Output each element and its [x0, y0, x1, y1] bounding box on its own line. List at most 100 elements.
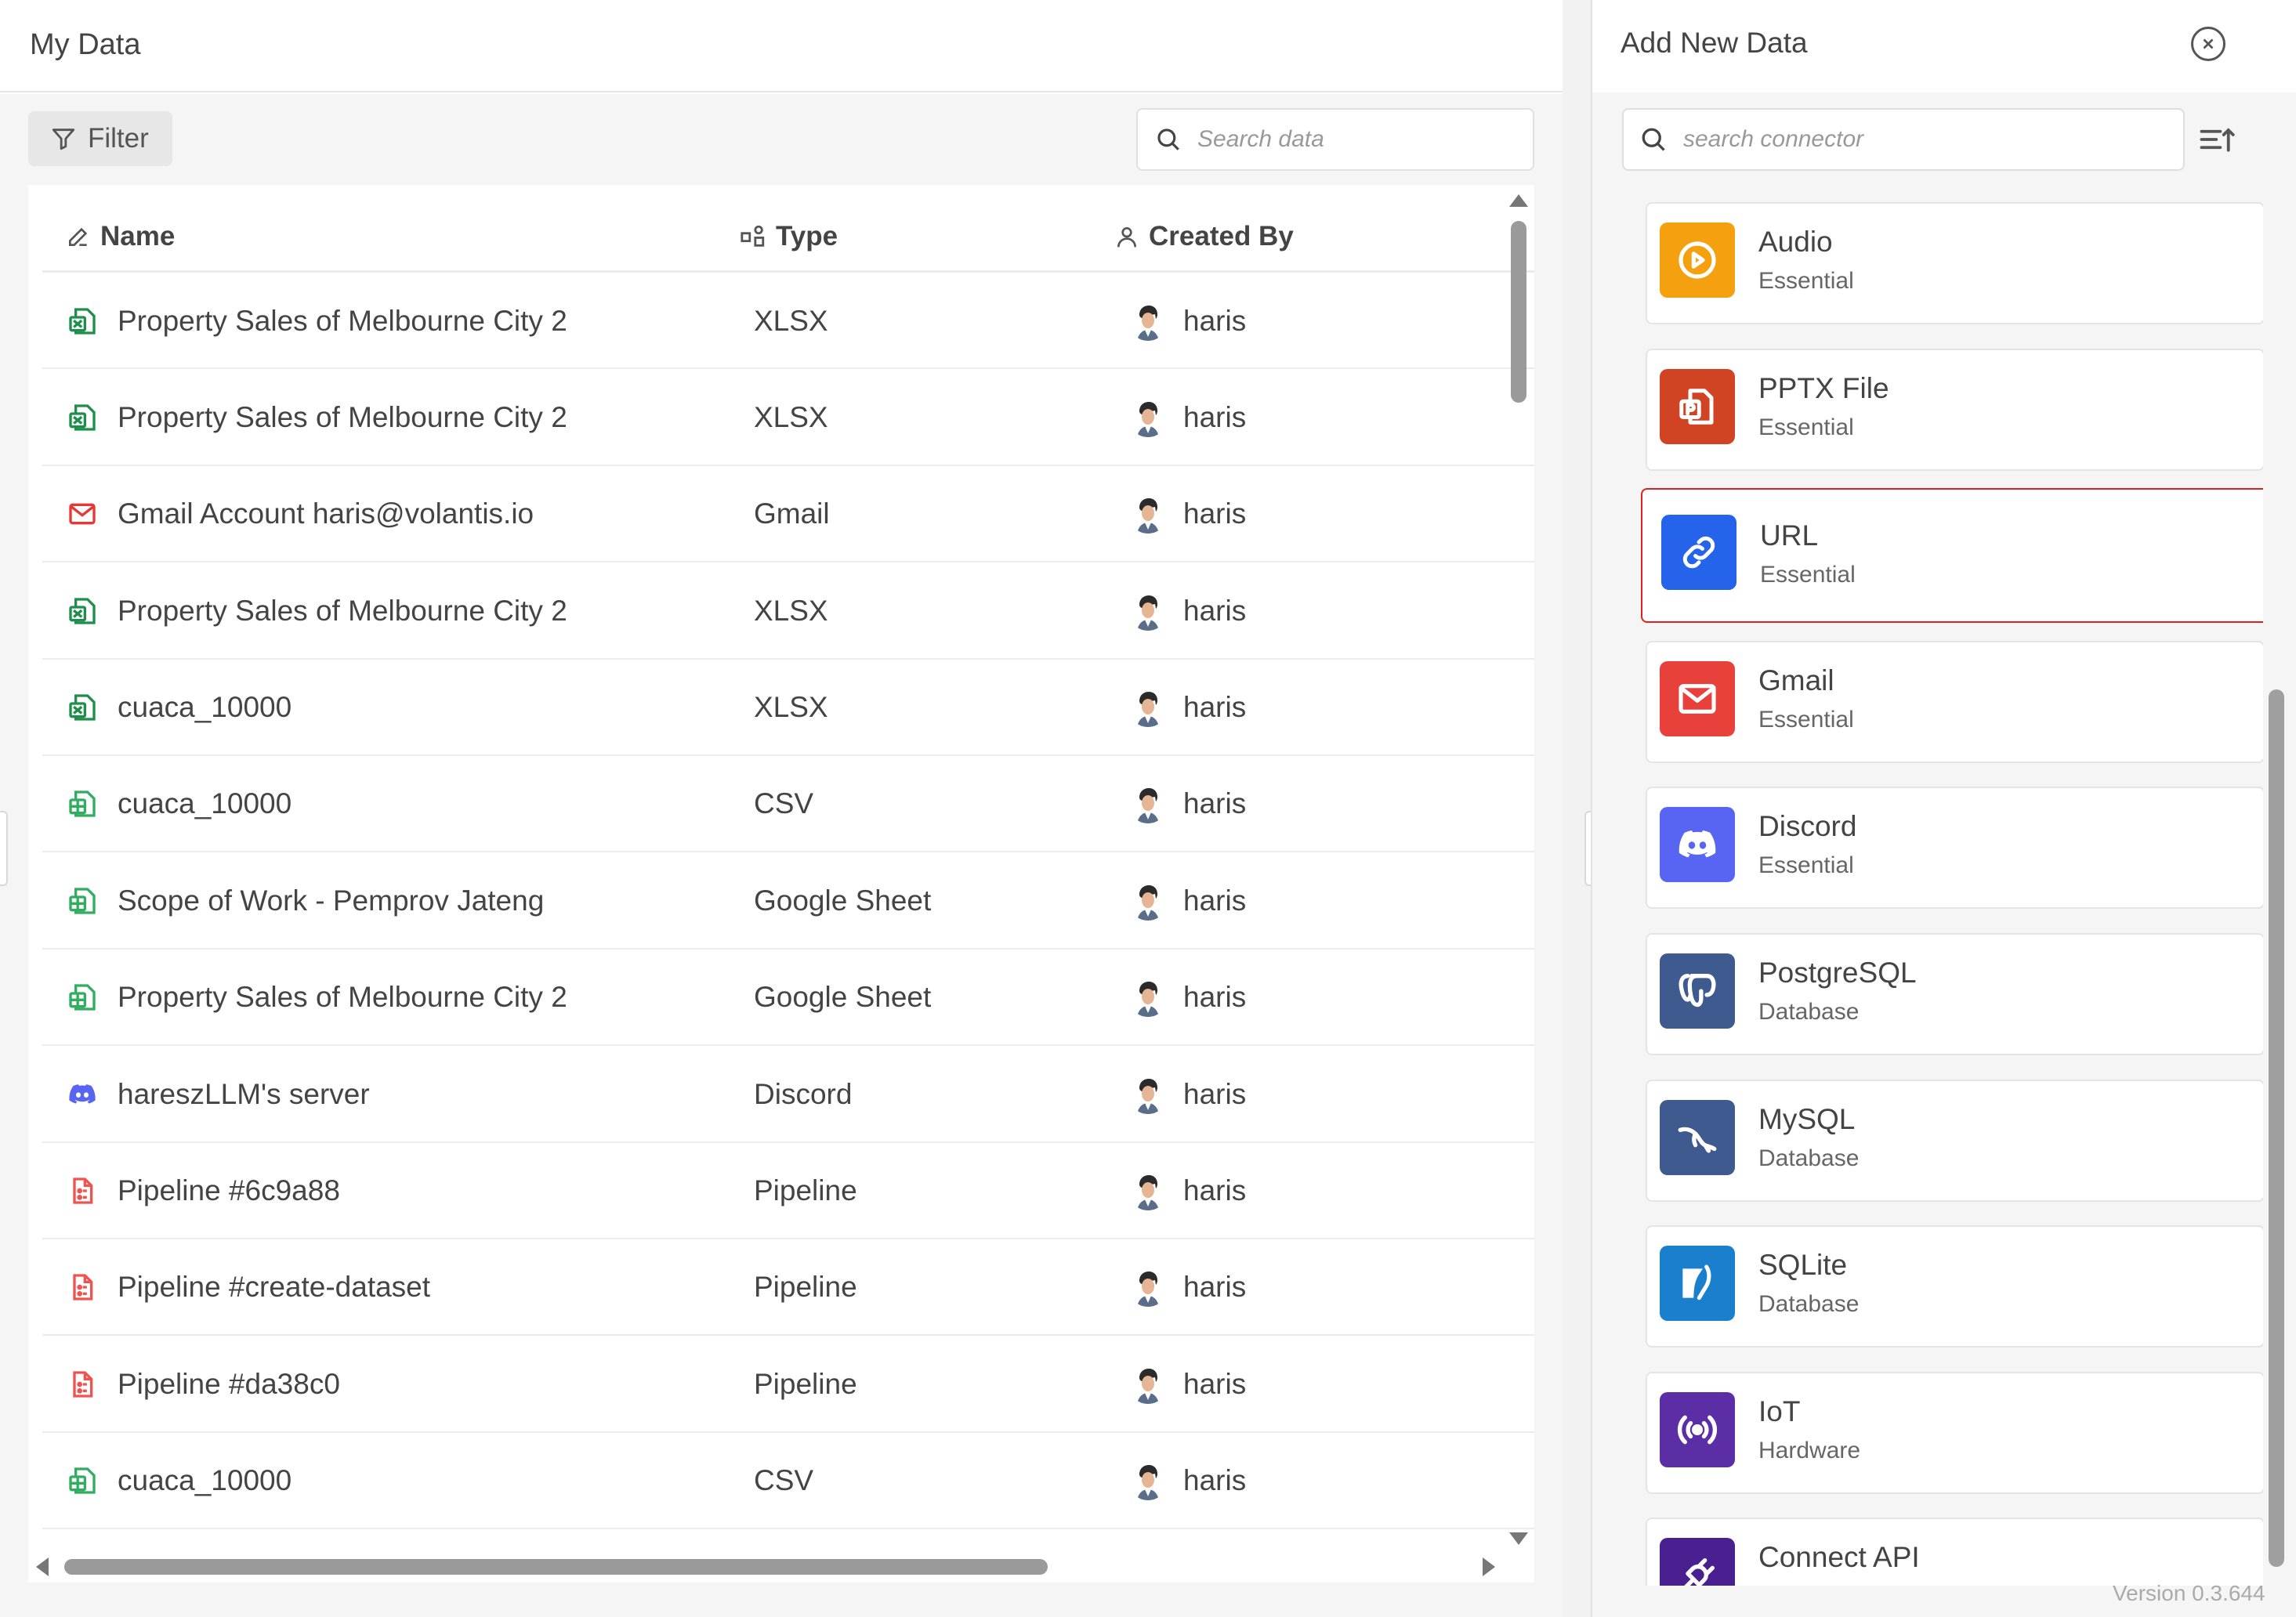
- search-data-input[interactable]: Search data: [1136, 108, 1534, 171]
- pipeline-icon: [66, 1174, 99, 1207]
- connector-name: IoT: [1758, 1395, 1801, 1427]
- sort-icon: [2200, 128, 2235, 152]
- table-row[interactable]: cuaca_10000 CSV haris: [42, 756, 1534, 853]
- search-connector-input[interactable]: search connector: [1622, 108, 2185, 171]
- connector-card-connect-api[interactable]: Connect API Database: [1646, 1518, 2263, 1586]
- connector-card-postgresql[interactable]: PostgreSQL Database: [1646, 933, 2263, 1055]
- avatar: [1128, 784, 1168, 824]
- table-row[interactable]: Gmail Account haris@volantis.io Gmail ha…: [42, 466, 1534, 563]
- scroll-up-arrow[interactable]: [1509, 194, 1528, 207]
- avatar: [1128, 978, 1168, 1018]
- table-row[interactable]: cuaca_10000 CSV haris: [42, 1433, 1534, 1530]
- cell-name: Pipeline #create-dataset: [66, 1239, 430, 1336]
- row-name: Pipeline #da38c0: [118, 1367, 340, 1400]
- row-type: Gmail: [754, 497, 830, 530]
- row-type: XLSX: [754, 400, 828, 433]
- connector-category: Hardware: [1758, 1437, 1861, 1463]
- close-button[interactable]: [2191, 27, 2225, 61]
- horizontal-scrollbar-thumb[interactable]: [64, 1559, 1048, 1575]
- connector-category: Essential: [1758, 414, 1854, 440]
- row-created-by: haris: [1183, 497, 1247, 530]
- excel-icon: [66, 595, 99, 628]
- row-type: XLSX: [754, 304, 828, 337]
- discord-icon: [66, 1078, 99, 1111]
- connector-card-url[interactable]: URL Essential: [1641, 488, 2263, 624]
- pipeline-icon: [66, 1368, 99, 1401]
- avatar: [1128, 591, 1168, 631]
- table-row[interactable]: cuaca_10000 XLSX haris: [42, 660, 1534, 756]
- filter-button[interactable]: Filter: [28, 111, 172, 166]
- cell-created-by: haris: [1128, 273, 1246, 369]
- table-row[interactable]: Scope of Work - Pemprov Jateng Google Sh…: [42, 852, 1534, 950]
- filter-icon: [52, 128, 75, 150]
- mysql-icon: [1660, 1099, 1735, 1175]
- table-row[interactable]: Pipeline #create-dataset Pipeline haris: [42, 1239, 1534, 1337]
- link-icon: [1661, 515, 1736, 591]
- connector-card-discord[interactable]: Discord Essential: [1646, 787, 2263, 910]
- add-new-data-panel: Add New Data search connector Audio Esse…: [1591, 0, 2296, 1617]
- row-type: Pipeline: [754, 1174, 857, 1207]
- table-row[interactable]: Property Sales of Melbourne City 2 XLSX …: [42, 563, 1534, 660]
- cell-created-by: haris: [1128, 660, 1246, 756]
- cell-created-by: haris: [1128, 1336, 1246, 1432]
- cell-name: cuaca_10000: [66, 1433, 292, 1529]
- row-created-by: haris: [1183, 1464, 1247, 1497]
- connector-list: Audio Essential PPTX File Essential URL …: [1622, 186, 2263, 1586]
- left-edge-handle[interactable]: [0, 811, 8, 886]
- avatar: [1128, 301, 1168, 341]
- scroll-right-arrow[interactable]: [1483, 1557, 1495, 1576]
- avatar: [1128, 688, 1168, 728]
- table-header: Name Type Created By: [42, 201, 1534, 273]
- avatar: [1128, 1364, 1168, 1404]
- connector-category: Essential: [1758, 268, 1854, 294]
- connector-card-mysql[interactable]: MySQL Database: [1646, 1079, 2263, 1202]
- column-header-type[interactable]: Type: [740, 201, 838, 273]
- pptx-icon: [1660, 368, 1735, 444]
- row-name: Pipeline #create-dataset: [118, 1271, 431, 1304]
- table-row[interactable]: Property Sales of Melbourne City 2 XLSX …: [42, 369, 1534, 466]
- connector-list-scrollbar-thumb[interactable]: [2269, 689, 2284, 1567]
- column-header-name[interactable]: Name: [66, 201, 175, 273]
- connector-card-sqlite[interactable]: SQLite Database: [1646, 1225, 2263, 1348]
- row-created-by: haris: [1183, 787, 1247, 820]
- row-type: XLSX: [754, 691, 828, 724]
- user-icon: [1117, 227, 1136, 248]
- cell-type: XLSX: [754, 369, 828, 465]
- scroll-left-arrow[interactable]: [36, 1557, 49, 1576]
- table-row[interactable]: Pipeline #6c9a88 Pipeline haris: [42, 1143, 1534, 1239]
- version-label: Version 0.3.644: [2113, 1581, 2265, 1605]
- row-name: cuaca_10000: [118, 1464, 292, 1497]
- cell-type: Discord: [754, 1046, 852, 1142]
- cell-type: Google Sheet: [754, 950, 931, 1046]
- connector-card-pptx-file[interactable]: PPTX File Essential: [1646, 348, 2263, 471]
- cell-name: Property Sales of Melbourne City 2: [66, 369, 567, 465]
- row-type: CSV: [754, 1464, 814, 1497]
- table-row[interactable]: hareszLLM's server Discord haris: [42, 1046, 1534, 1143]
- cell-name: Gmail Account haris@volantis.io: [66, 466, 534, 563]
- cell-type: Pipeline: [754, 1239, 857, 1336]
- my-data-header: My Data: [0, 0, 1563, 92]
- audio-play-icon: [1660, 222, 1735, 298]
- gmail-icon: [66, 497, 99, 530]
- connector-name: PPTX File: [1758, 371, 1889, 404]
- table-row[interactable]: Pipeline #da38c0 Pipeline haris: [42, 1336, 1534, 1433]
- row-created-by: haris: [1183, 1271, 1247, 1304]
- vertical-scrollbar-thumb[interactable]: [1511, 221, 1526, 403]
- row-created-by: haris: [1183, 691, 1247, 724]
- table-row[interactable]: Property Sales of Melbourne City 2 Googl…: [42, 950, 1534, 1047]
- sort-button[interactable]: [2196, 119, 2240, 160]
- cell-created-by: haris: [1128, 756, 1246, 852]
- connector-card-gmail[interactable]: Gmail Essential: [1646, 640, 2263, 763]
- my-data-panel: My Data Filter Search data Name Type Cre…: [0, 0, 1563, 1617]
- row-created-by: haris: [1183, 1367, 1247, 1400]
- avatar: [1128, 881, 1168, 921]
- connector-card-audio[interactable]: Audio Essential: [1646, 202, 2263, 324]
- row-created-by: haris: [1183, 884, 1247, 917]
- scroll-down-arrow[interactable]: [1509, 1532, 1528, 1545]
- row-name: Property Sales of Melbourne City 2: [118, 981, 567, 1014]
- row-type: XLSX: [754, 594, 828, 627]
- connector-card-iot[interactable]: IoT Hardware: [1646, 1371, 2263, 1494]
- search-icon: [1157, 128, 1179, 150]
- column-header-created-by[interactable]: Created By: [1114, 201, 1294, 273]
- table-row[interactable]: Property Sales of Melbourne City 2 XLSX …: [42, 273, 1534, 370]
